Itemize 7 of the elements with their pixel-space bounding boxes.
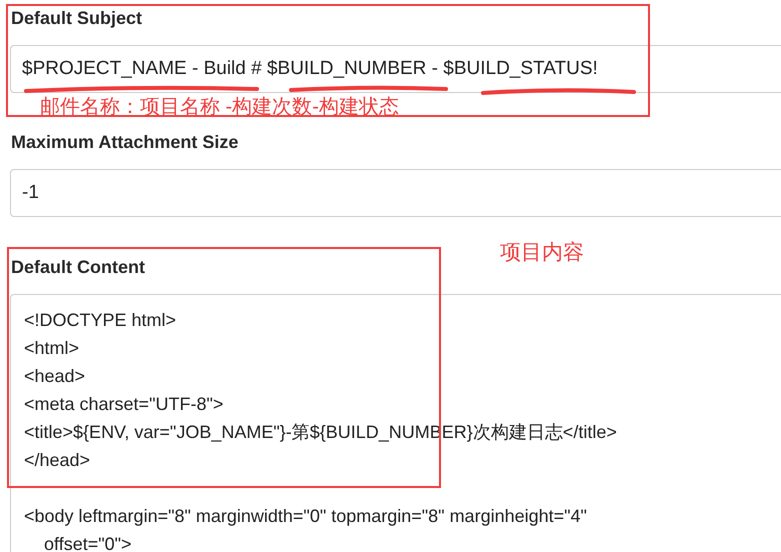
- text-field[interactable]: -1: [10, 169, 781, 217]
- field-label: Default Subject: [11, 7, 142, 29]
- annotation-text: 项目内容: [500, 241, 584, 265]
- field-label: Default Content: [11, 256, 145, 278]
- text-field[interactable]: $PROJECT_NAME - Build # $BUILD_NUMBER - $BUILD_STATUS!: [10, 45, 781, 93]
- annotation-text: 邮件名称：项目名称 -构建次数-构建状态: [40, 95, 399, 119]
- field-label: Maximum Attachment Size: [11, 131, 238, 153]
